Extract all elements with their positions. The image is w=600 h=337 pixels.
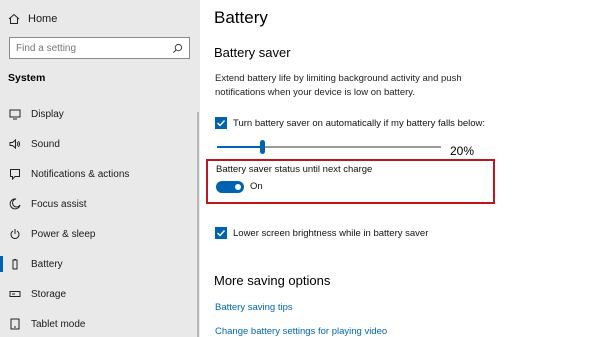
sidebar-item-label: Focus assist bbox=[31, 198, 87, 210]
sound-icon bbox=[9, 138, 21, 150]
auto-battery-saver-checkbox-row[interactable]: Turn battery saver on automatically if m… bbox=[215, 117, 485, 129]
battery-threshold-slider[interactable] bbox=[217, 140, 441, 154]
sidebar-item-label: Tablet mode bbox=[31, 318, 86, 330]
checkmark-icon bbox=[217, 230, 226, 237]
sidebar-item-focus-assist[interactable]: Focus assist bbox=[0, 193, 200, 215]
sidebar-item-display[interactable]: Display bbox=[0, 103, 200, 125]
sidebar-item-label: Power & sleep bbox=[31, 228, 96, 240]
sidebar: Home System Display Sound Notifications … bbox=[0, 0, 200, 337]
home-icon bbox=[8, 13, 20, 24]
sidebar-scrollbar[interactable] bbox=[197, 112, 199, 337]
sidebar-item-notifications[interactable]: Notifications & actions bbox=[0, 163, 200, 185]
battery-icon bbox=[9, 258, 21, 270]
home-label: Home bbox=[28, 13, 58, 25]
moon-icon bbox=[9, 198, 21, 210]
tablet-icon bbox=[9, 318, 21, 330]
search-input[interactable] bbox=[16, 42, 172, 54]
sidebar-item-battery[interactable]: Battery bbox=[0, 253, 200, 275]
battery-threshold-value: 20% bbox=[450, 144, 475, 158]
sidebar-item-label: Battery bbox=[31, 258, 63, 270]
sidebar-item-tablet-mode[interactable]: Tablet mode bbox=[0, 313, 200, 335]
home-nav-item[interactable]: Home bbox=[8, 11, 57, 27]
battery-saver-description: Extend battery life by limiting backgrou… bbox=[215, 73, 462, 98]
battery-saver-heading: Battery saver bbox=[214, 45, 291, 60]
sidebar-item-label: Sound bbox=[31, 138, 60, 150]
sidebar-item-power-sleep[interactable]: Power & sleep bbox=[0, 223, 200, 245]
notifications-icon bbox=[9, 168, 21, 180]
video-battery-settings-link[interactable]: Change battery settings for playing vide… bbox=[215, 326, 387, 337]
lower-brightness-checkbox[interactable] bbox=[215, 227, 227, 239]
sidebar-item-label: Notifications & actions bbox=[31, 168, 130, 180]
lower-brightness-label: Lower screen brightness while in battery… bbox=[233, 227, 429, 239]
slider-fill bbox=[217, 146, 262, 148]
settings-window: Home System Display Sound Notifications … bbox=[0, 0, 600, 337]
power-icon bbox=[9, 228, 21, 240]
auto-battery-saver-label: Turn battery saver on automatically if m… bbox=[233, 117, 486, 129]
sidebar-item-storage[interactable]: Storage bbox=[0, 283, 200, 305]
sidebar-item-label: Storage bbox=[31, 288, 67, 300]
main-pane: Battery Battery saver Extend battery lif… bbox=[200, 0, 600, 337]
battery-saving-tips-link[interactable]: Battery saving tips bbox=[215, 302, 293, 313]
more-saving-options-heading: More saving options bbox=[214, 273, 331, 288]
sidebar-item-sound[interactable]: Sound bbox=[0, 133, 200, 155]
checkmark-icon bbox=[217, 120, 226, 127]
search-box[interactable] bbox=[9, 37, 190, 59]
display-icon bbox=[9, 108, 21, 120]
page-title: Battery bbox=[214, 8, 268, 27]
search-icon[interactable] bbox=[172, 43, 183, 54]
storage-icon bbox=[9, 288, 21, 300]
toggle-state-text: On bbox=[250, 181, 263, 192]
battery-saver-status-toggle[interactable] bbox=[216, 181, 244, 193]
auto-battery-saver-checkbox[interactable] bbox=[215, 117, 227, 129]
toggle-knob bbox=[235, 184, 241, 190]
battery-saver-status-label: Battery saver status until next charge bbox=[216, 164, 373, 175]
sidebar-section-title: System bbox=[8, 72, 46, 84]
sidebar-item-label: Display bbox=[31, 108, 64, 120]
slider-thumb[interactable] bbox=[260, 140, 265, 154]
lower-brightness-checkbox-row[interactable]: Lower screen brightness while in battery… bbox=[215, 227, 428, 239]
